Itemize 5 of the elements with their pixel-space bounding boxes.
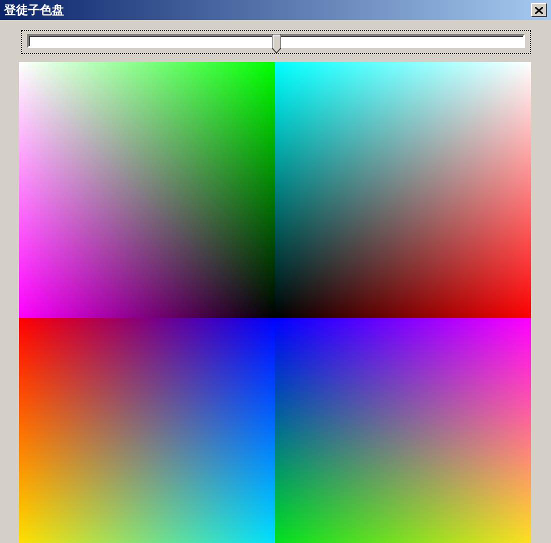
close-icon [535, 6, 543, 14]
window-title: 登徒子色盘 [4, 2, 65, 18]
slider-thumb[interactable] [272, 34, 281, 53]
close-button[interactable] [531, 3, 547, 17]
color-palette[interactable] [19, 62, 531, 543]
